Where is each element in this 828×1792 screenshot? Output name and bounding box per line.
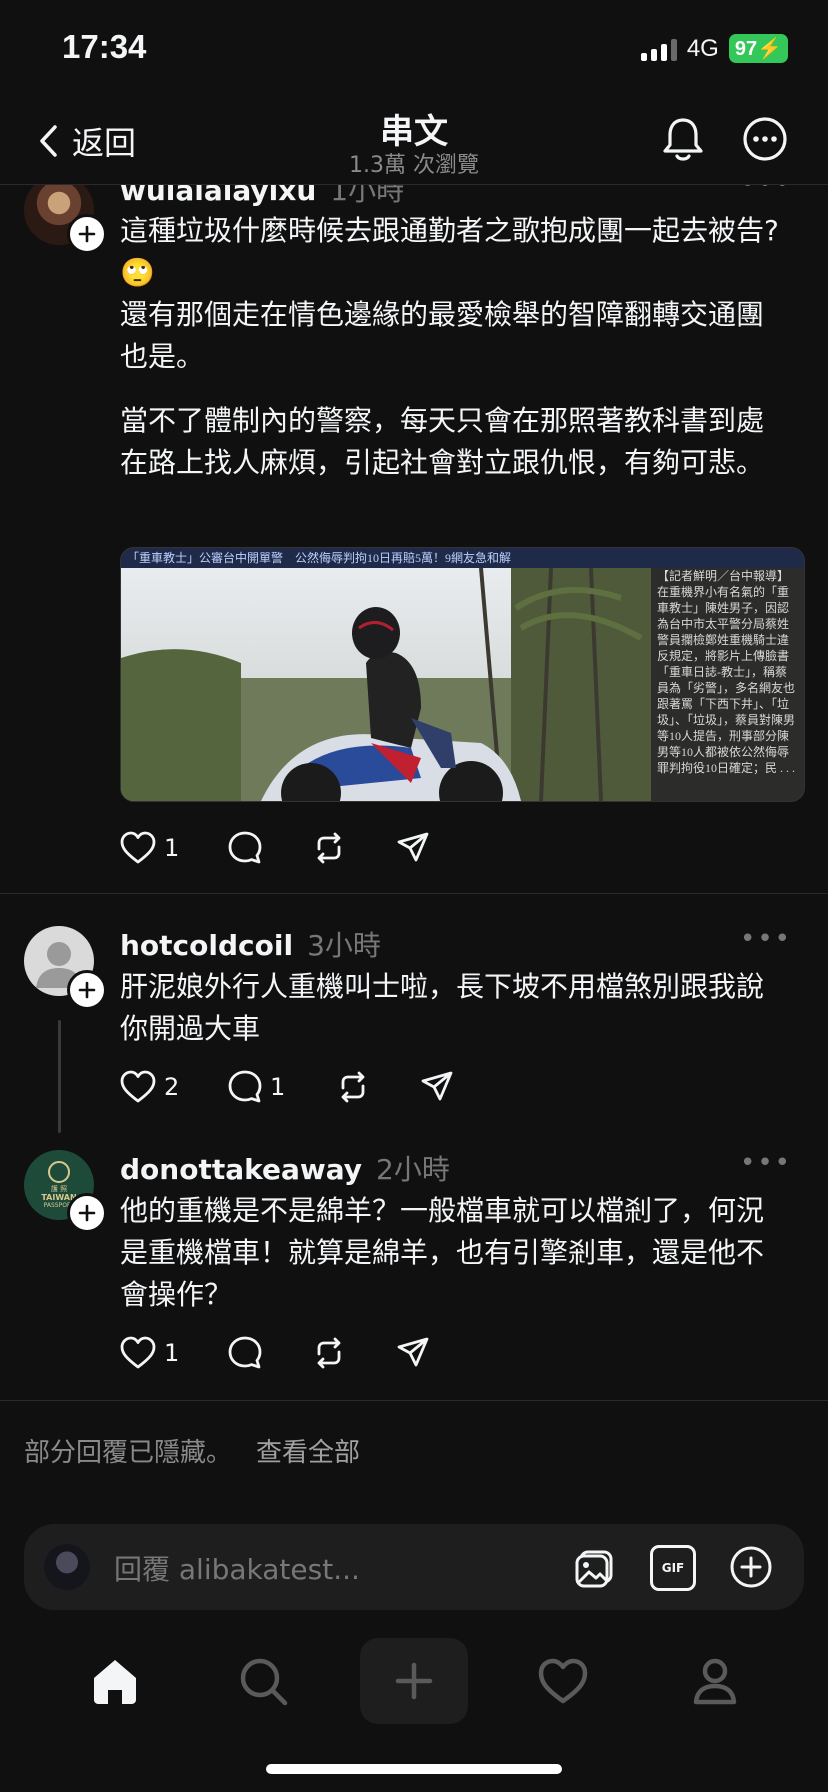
- hidden-replies-note: 部分回覆已隱藏。 查看全部: [24, 1432, 360, 1469]
- post-username[interactable]: wulalalayixu: [120, 185, 316, 207]
- add-circle-icon[interactable]: [728, 1544, 774, 1590]
- image-icon[interactable]: [572, 1544, 618, 1590]
- comment-icon: [228, 831, 262, 864]
- post-actions: 1: [120, 831, 430, 865]
- repost-button[interactable]: [312, 1336, 396, 1370]
- post-text: 肝泥娘外行人重機叫士啦，長下坡不用檔煞別跟我說你開過大車: [120, 970, 765, 1045]
- plus-icon: [395, 1662, 433, 1700]
- post-actions: 1: [120, 1336, 430, 1370]
- profile-icon[interactable]: [688, 1654, 742, 1708]
- repost-button[interactable]: [336, 1070, 420, 1104]
- post-more-icon[interactable]: •••: [740, 924, 792, 954]
- status-indicators: 4G 97⚡: [640, 34, 788, 63]
- send-icon: [421, 1071, 453, 1101]
- follow-plus-icon[interactable]: [67, 214, 107, 254]
- search-icon[interactable]: [236, 1654, 290, 1708]
- follow-plus-icon[interactable]: [67, 1193, 107, 1233]
- battery-level: 97: [734, 38, 758, 60]
- my-avatar: [44, 1544, 90, 1590]
- reply-count: 1: [270, 1073, 286, 1101]
- send-icon: [397, 1337, 429, 1367]
- follow-plus-icon[interactable]: [67, 970, 107, 1010]
- reply-button[interactable]: 1: [228, 1070, 336, 1104]
- home-icon[interactable]: [88, 1654, 142, 1708]
- like-count: 2: [164, 1073, 180, 1101]
- hidden-replies-text: 部分回覆已隱藏。: [24, 1438, 233, 1468]
- like-button[interactable]: 2: [120, 1070, 228, 1104]
- post-paragraph: 這種垃圾什麼時候去跟通勤者之歌抱成團一起去被告?🙄: [120, 214, 779, 289]
- post-time: 3小時: [307, 929, 381, 962]
- heart-icon: [120, 1070, 156, 1103]
- signal-icon: [640, 37, 677, 61]
- post-time: 1小時: [330, 185, 405, 207]
- media-article-text: 【記者鮮明／台中報導】在重機界小有名氣的「重車教士」陳姓男子，因認為台中市太平警…: [651, 568, 804, 801]
- activity-heart-icon[interactable]: [536, 1654, 590, 1708]
- post-more-icon[interactable]: •••: [740, 185, 792, 199]
- repost-icon: [317, 832, 341, 864]
- network-label: 4G: [686, 34, 719, 62]
- gif-icon[interactable]: GIF: [650, 1545, 696, 1591]
- thread-line: [58, 1020, 61, 1133]
- like-count: 1: [164, 1339, 180, 1367]
- reply-input[interactable]: 回覆 alibakatest...: [114, 1548, 360, 1588]
- reply-bar: 回覆 alibakatest... GIF: [24, 1524, 804, 1610]
- post-text: 他的重機是不是綿羊？一般檔車就可以檔剎了，何況是重機檔車！就算是綿羊，也有引擎剎…: [120, 1194, 765, 1311]
- like-count: 1: [164, 834, 180, 862]
- reply-button[interactable]: [228, 831, 312, 865]
- post-divider: [0, 1400, 828, 1401]
- battery-icon: 97⚡: [728, 34, 788, 63]
- heart-icon: [120, 1336, 156, 1369]
- passport-text: 護 照: [50, 1185, 68, 1193]
- heart-icon: [120, 831, 156, 864]
- post-paragraph: 當不了體制內的警察，每天只會在那照著教科書到處在路上找人麻煩，引起社會對立跟仇恨…: [120, 404, 765, 479]
- post-paragraph: 還有那個走在情色邊緣的最愛檢舉的智障翻轉交通團也是。: [120, 298, 765, 373]
- status-time: 17:34: [62, 28, 147, 65]
- comment-icon: [228, 1070, 262, 1103]
- share-button[interactable]: [396, 1336, 430, 1370]
- repost-icon: [317, 1337, 341, 1369]
- like-button[interactable]: 1: [120, 831, 228, 865]
- post-username[interactable]: hotcoldcoil: [120, 929, 293, 962]
- post-divider: [0, 893, 828, 894]
- post-username[interactable]: donottakeaway: [120, 1153, 362, 1186]
- more-options-icon[interactable]: [740, 114, 790, 164]
- post-card: wulalalayixu 1小時 ••• 這種垃圾什麼時候去跟通勤者之歌抱成團一…: [0, 185, 828, 885]
- comment-icon: [228, 1336, 262, 1369]
- media-headline: 「重車教士」公審台中開單警 公然侮辱判拘10日再賠5萬！9網友急和解: [121, 548, 804, 568]
- home-indicator: [266, 1764, 562, 1774]
- post-actions: 2 1: [120, 1070, 454, 1104]
- send-icon: [397, 832, 429, 862]
- post-media[interactable]: 「重車教士」公審台中開單警 公然侮辱判拘10日再賠5萬！9網友急和解 【記者鮮明…: [120, 547, 805, 802]
- post-more-icon[interactable]: •••: [740, 1148, 792, 1178]
- share-button[interactable]: [396, 831, 430, 865]
- reply-button[interactable]: [228, 1336, 312, 1370]
- bell-icon[interactable]: [658, 114, 708, 164]
- repost-button[interactable]: [312, 831, 396, 865]
- motorcycle-photo: [121, 568, 651, 801]
- repost-icon: [341, 1071, 365, 1103]
- like-button[interactable]: 1: [120, 1336, 228, 1370]
- post-time: 2小時: [376, 1153, 450, 1186]
- create-button[interactable]: [360, 1638, 468, 1724]
- post-text: 這種垃圾什麼時候去跟通勤者之歌抱成團一起去被告?🙄 還有那個走在情色邊緣的最愛檢…: [120, 210, 790, 484]
- emblem-icon: [48, 1161, 70, 1183]
- gif-label: GIF: [661, 1561, 685, 1575]
- view-all-link[interactable]: 查看全部: [256, 1432, 360, 1469]
- share-button[interactable]: [420, 1070, 454, 1104]
